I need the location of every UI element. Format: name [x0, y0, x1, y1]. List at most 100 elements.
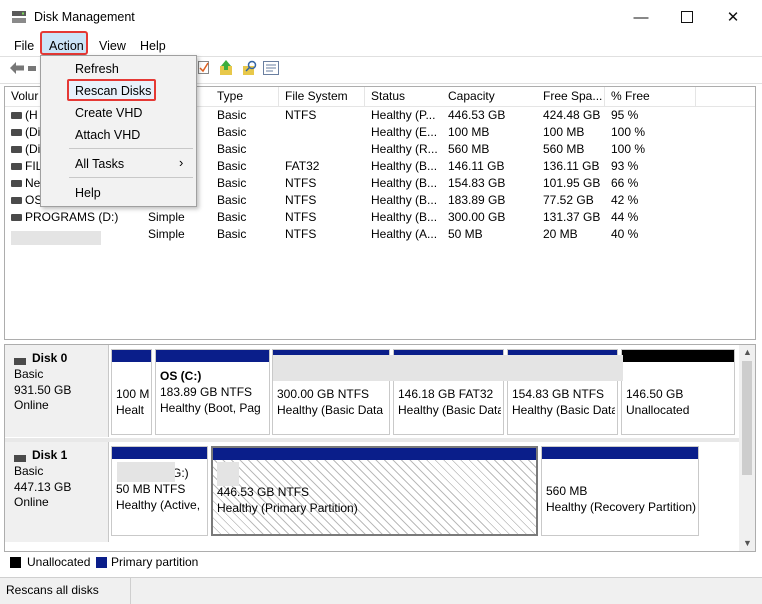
cell-text: 100 %: [611, 125, 646, 139]
status-text: Rescans all disks: [6, 583, 99, 597]
table-cell-free: 100 MB: [537, 124, 605, 141]
table-cell-fs: NTFS: [279, 209, 365, 226]
disk-1-partition-h-selected[interactable]: 446.53 GB NTFS Healthy (Primary Partition…: [211, 446, 538, 536]
partition-info: 300.00 GB NTFS Healthy (Basic Data: [277, 386, 387, 418]
table-cell-fs: NTFS: [279, 175, 365, 192]
partition-size: 146.50 GB: [626, 387, 684, 401]
disk-0-name: Disk 0: [32, 351, 68, 365]
menu-file[interactable]: File: [8, 37, 40, 55]
disk-management-app-icon: [11, 10, 27, 24]
search-icon[interactable]: [242, 60, 257, 79]
menu-item-rescan-disks-label: Rescan Disks: [75, 84, 152, 98]
column-header-file-system[interactable]: File System: [279, 87, 365, 106]
column-header-free-space[interactable]: Free Spa...: [537, 87, 605, 106]
table-cell-type: Basic: [211, 209, 279, 226]
disk-1-label[interactable]: Disk 1 Basic 447.13 GB Online: [5, 442, 109, 542]
table-row[interactable]: Simple Basic NTFS Healthy (A... 50 MB 20 MB 40…: [5, 226, 755, 243]
unallocated-bar: [622, 350, 734, 362]
scroll-thumb[interactable]: [742, 361, 752, 475]
primary-partition-bar: [112, 350, 151, 362]
scroll-up-icon[interactable]: ▲: [743, 347, 752, 357]
up-folder-icon[interactable]: [219, 60, 233, 79]
disk-0-state: Online: [14, 398, 49, 412]
disk-icon: [14, 451, 26, 465]
table-row[interactable]: PROGRAMS (D:) Simple Basic NTFS Healthy (B..…: [5, 209, 755, 226]
table-cell-free: 101.95 GB: [537, 175, 605, 192]
cell-text: Basic: [217, 159, 247, 173]
scroll-down-icon[interactable]: ▼: [743, 538, 752, 548]
legend: Unallocated Primary partition: [4, 553, 754, 573]
menu-item-attach-vhd[interactable]: Attach VHD: [75, 128, 140, 142]
check-icon[interactable]: [198, 61, 210, 78]
cell-text: 93 %: [611, 159, 639, 173]
table-cell-pct: 100 %: [605, 141, 696, 158]
column-header-capacity[interactable]: Capacity: [442, 87, 538, 106]
column-header-percent-free[interactable]: % Free: [605, 87, 696, 106]
disk-0-partition-os-c[interactable]: OS (C:) 183.89 GB NTFS Healthy (Boot, Pag: [155, 349, 270, 435]
column-header-status[interactable]: Status: [365, 87, 443, 106]
drive-icon: [11, 129, 22, 137]
cell-text: Simple: [148, 210, 185, 224]
table-cell-fs: NTFS: [279, 107, 365, 124]
disk-1-partition-g[interactable]: G:) 50 MB NTFS Healthy (Active,: [111, 446, 208, 536]
disk-1-name: Disk 1: [32, 448, 68, 462]
cell-text: 154.83 GB: [448, 176, 506, 190]
partition-status: Healthy (Recovery Partition): [546, 500, 696, 514]
menu-action[interactable]: Action: [43, 37, 90, 55]
table-cell-fs: FAT32: [279, 158, 365, 175]
primary-partition-bar: [112, 447, 207, 459]
table-cell-fs: [279, 141, 365, 158]
partition-size: 146.18 GB FAT32: [398, 387, 494, 401]
disk-0-label[interactable]: Disk 0 Basic 931.50 GB Online: [5, 345, 109, 437]
back-icon[interactable]: [10, 62, 24, 77]
window-title: Disk Management: [34, 10, 135, 24]
cell-text: Basic: [217, 142, 247, 156]
maximize-button[interactable]: [664, 0, 710, 34]
disk-graphical-view[interactable]: Disk 0 Basic 931.50 GB Online 100 M Healt…: [4, 344, 756, 552]
cell-text: Basic: [217, 227, 247, 241]
cell-text: 136.11 GB: [543, 159, 600, 173]
primary-partition-swatch: [96, 557, 107, 568]
menu-item-all-tasks[interactable]: All Tasks: [75, 157, 124, 171]
disk-1-size: 447.13 GB: [14, 480, 72, 494]
menu-view[interactable]: View: [93, 37, 132, 55]
minimize-button[interactable]: —: [618, 0, 664, 34]
column-header-type[interactable]: Type: [211, 87, 279, 106]
properties-icon[interactable]: [263, 61, 279, 78]
table-cell-pct: 100 %: [605, 124, 696, 141]
cell-text: Basic: [217, 176, 247, 190]
cell-text: Healthy (E...: [371, 125, 438, 139]
cell-text: Healthy (B...: [371, 176, 438, 190]
cell-text: 131.37 GB: [543, 210, 601, 224]
menu-item-refresh[interactable]: Refresh: [75, 62, 119, 76]
cell-text: 100 MB: [543, 125, 585, 139]
table-cell-layout: Simple: [142, 226, 211, 243]
menu-item-rescan-disks[interactable]: Rescan Disks: [67, 79, 156, 101]
menu-help[interactable]: Help: [134, 37, 172, 55]
partition-info: 100 M Healt: [116, 386, 149, 418]
table-cell-status: Healthy (B...: [365, 209, 442, 226]
disk-1-partition-recovery[interactable]: 560 MB Healthy (Recovery Partition): [541, 446, 699, 536]
menu-item-help[interactable]: Help: [75, 186, 101, 200]
table-cell-capacity: 154.83 GB: [442, 175, 537, 192]
cell-text: (Di: [25, 125, 41, 139]
vertical-scrollbar[interactable]: ▲ ▼: [739, 345, 755, 551]
table-cell-status: Healthy (R...: [365, 141, 442, 158]
cell-text: Healthy (A...: [371, 227, 438, 241]
cell-text: NTFS: [285, 227, 317, 241]
partition-size: 100 M: [116, 387, 149, 401]
table-cell-free: 560 MB: [537, 141, 605, 158]
forward-icon[interactable]: [28, 66, 36, 71]
table-cell-fs: NTFS: [279, 226, 365, 243]
close-button[interactable]: ✕: [710, 0, 756, 34]
partition-info: 446.53 GB NTFS Healthy (Primary Partition…: [217, 484, 534, 516]
disk-0-unallocated[interactable]: 146.50 GB Unallocated: [621, 349, 735, 435]
cell-text: 101.95 GB: [543, 176, 601, 190]
cell-text: Healthy (B...: [371, 210, 438, 224]
disk-0-partition-1[interactable]: 100 M Healt: [111, 349, 152, 435]
unallocated-swatch: [10, 557, 21, 568]
status-bar: Rescans all disks: [0, 577, 762, 604]
table-cell-status: Healthy (B...: [365, 175, 442, 192]
menu-item-create-vhd[interactable]: Create VHD: [75, 106, 142, 120]
drive-icon: [11, 112, 22, 120]
